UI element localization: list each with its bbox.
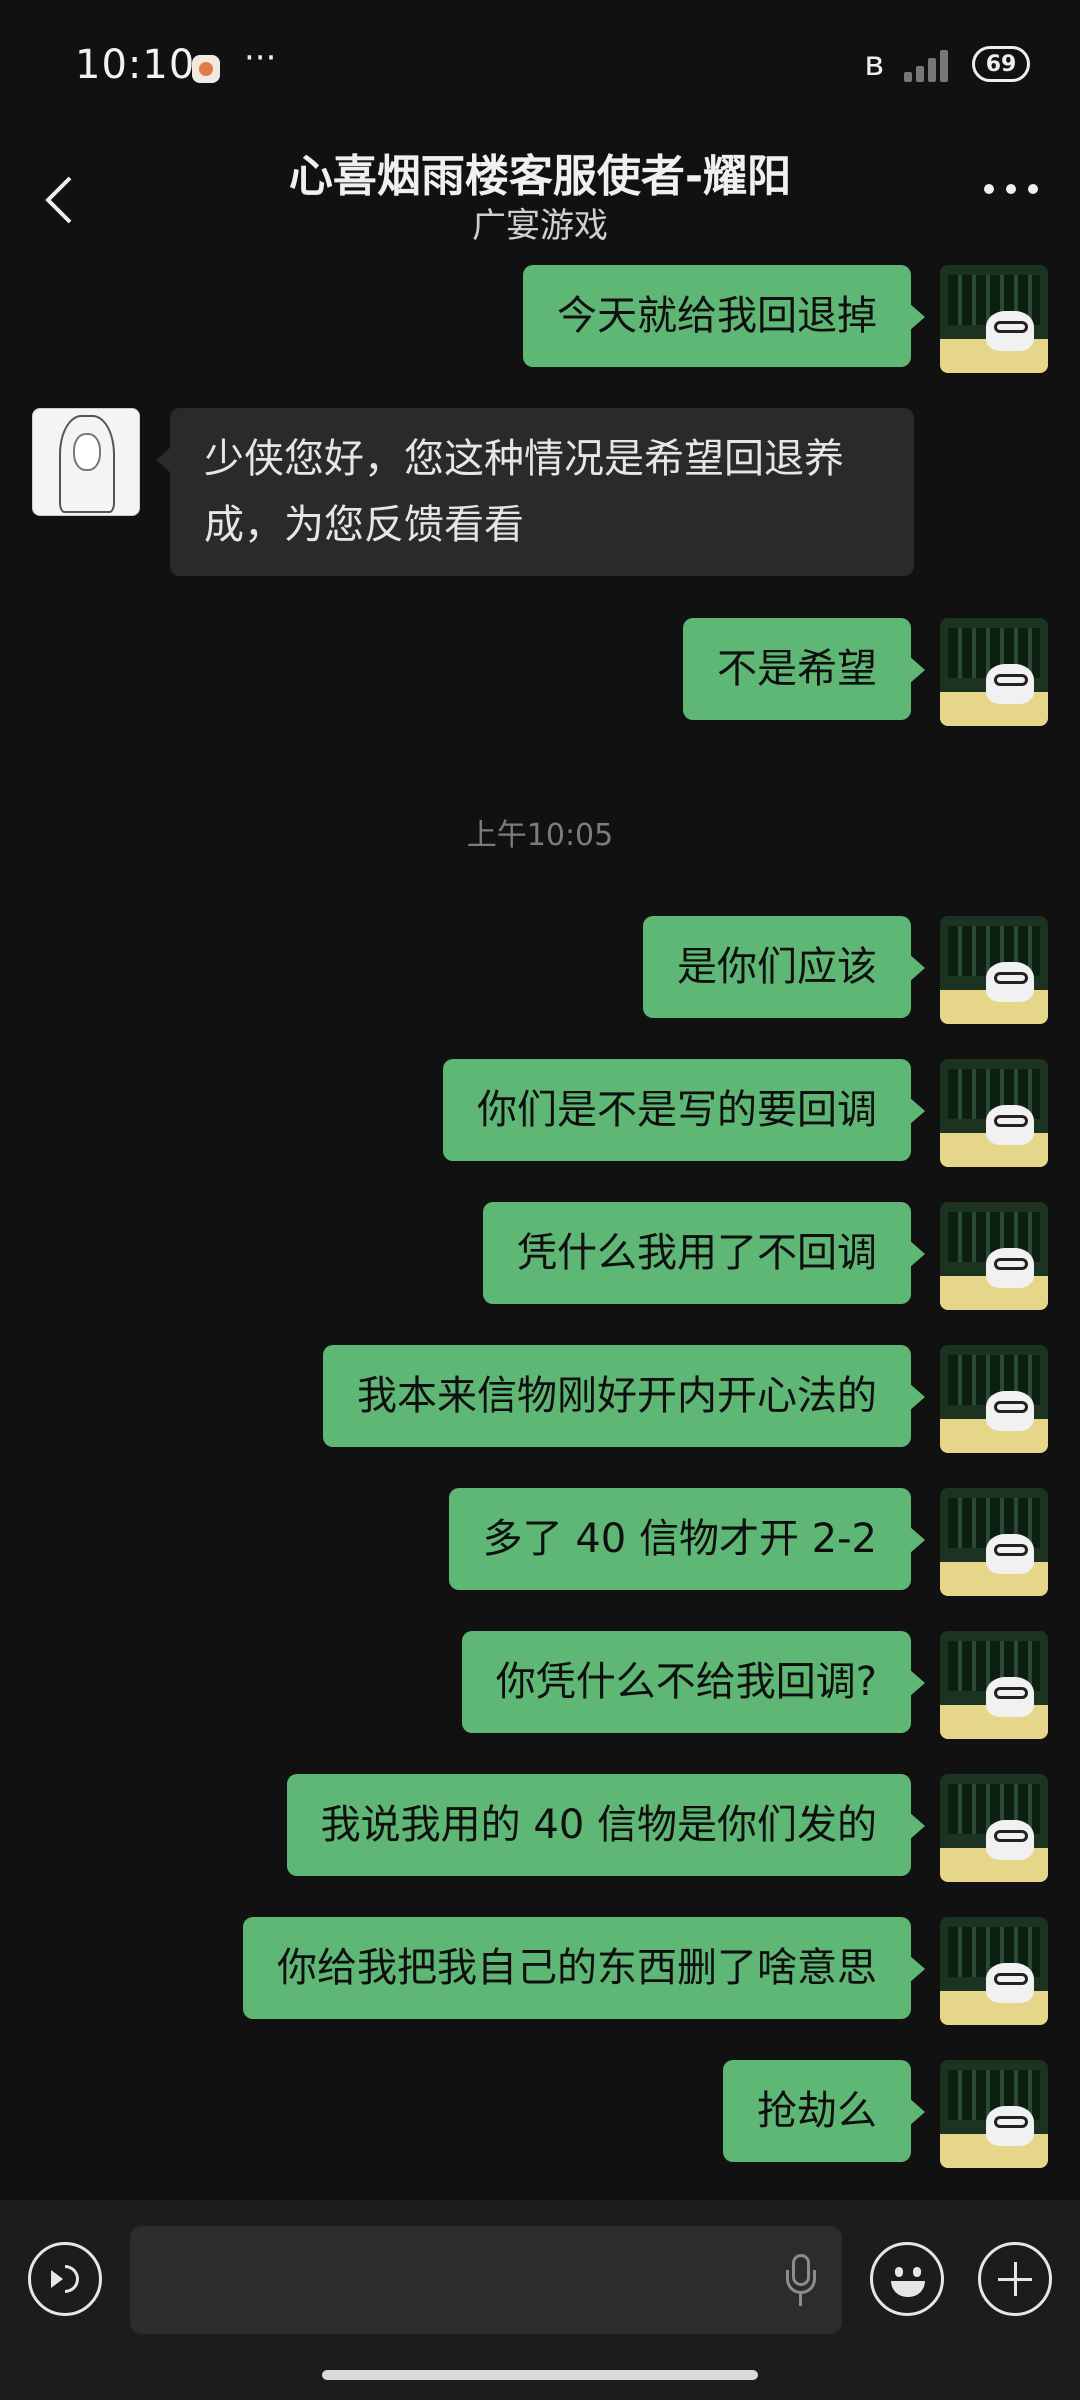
message-bubble-self[interactable]: 凭什么我用了不回调 xyxy=(483,1202,925,1304)
self-avatar[interactable] xyxy=(940,1345,1048,1453)
message-bubble-self[interactable]: 我说我用的 40 信物是你们发的 xyxy=(286,1774,926,1876)
message-bubble-self[interactable]: 抢劫么 xyxy=(723,2060,925,2162)
message-bubble-self[interactable]: 你们是不是写的要回调 xyxy=(443,1059,925,1161)
self-avatar[interactable] xyxy=(940,1631,1048,1739)
self-avatar[interactable] xyxy=(940,1917,1048,2025)
self-avatar[interactable] xyxy=(940,916,1048,1024)
self-avatar[interactable] xyxy=(940,1202,1048,1310)
message-bubble-self[interactable]: 多了 40 信物才开 2-2 xyxy=(448,1488,926,1590)
battery-level: 69 xyxy=(985,51,1017,77)
microphone-icon[interactable] xyxy=(784,2254,818,2306)
chat-header: 心喜烟雨楼客服使者-耀阳 广宴游戏 xyxy=(0,130,1080,260)
emoji-icon[interactable] xyxy=(870,2242,944,2316)
self-avatar[interactable] xyxy=(940,265,1048,373)
voice-input-icon[interactable] xyxy=(28,2242,102,2316)
agent-avatar[interactable] xyxy=(32,408,140,516)
app-notification-icon xyxy=(192,55,220,83)
home-indicator[interactable] xyxy=(322,2370,758,2380)
more-notifications-indicator: ··· xyxy=(244,38,277,78)
message-input[interactable] xyxy=(130,2226,842,2334)
status-bar: 10:10 ··· ʙ 69 xyxy=(0,0,1080,130)
message-bubble-self[interactable]: 不是希望 xyxy=(683,618,925,720)
message-bubble-self[interactable]: 是你们应该 xyxy=(643,916,925,1018)
chat-subtitle: 广宴游戏 xyxy=(472,206,608,246)
message-bubble-self[interactable]: 你凭什么不给我回调? xyxy=(461,1631,926,1733)
message-bubble-agent[interactable]: 少侠您好，您这种情况是希望回退养成，为您反馈看看 xyxy=(156,408,914,576)
status-time: 10:10 xyxy=(75,42,196,88)
message-timestamp: 上午10:05 xyxy=(466,818,614,853)
battery-icon: 69 xyxy=(972,46,1030,82)
self-avatar[interactable] xyxy=(940,618,1048,726)
more-options-icon[interactable] xyxy=(984,182,1040,198)
message-bubble-self[interactable]: 我本来信物刚好开内开心法的 xyxy=(323,1345,925,1447)
system-icons: ʙ 69 xyxy=(864,44,1030,84)
plus-icon[interactable] xyxy=(978,2242,1052,2316)
self-avatar[interactable] xyxy=(940,2060,1048,2168)
message-bubble-self[interactable]: 今天就给我回退掉 xyxy=(523,265,925,367)
self-avatar[interactable] xyxy=(940,1774,1048,1882)
self-avatar[interactable] xyxy=(940,1488,1048,1596)
bluetooth-icon: ʙ xyxy=(864,44,884,84)
signal-icon xyxy=(898,46,958,82)
chat-title: 心喜烟雨楼客服使者-耀阳 xyxy=(288,151,792,202)
message-bubble-self[interactable]: 你给我把我自己的东西删了啥意思 xyxy=(243,1917,925,2019)
self-avatar[interactable] xyxy=(940,1059,1048,1167)
